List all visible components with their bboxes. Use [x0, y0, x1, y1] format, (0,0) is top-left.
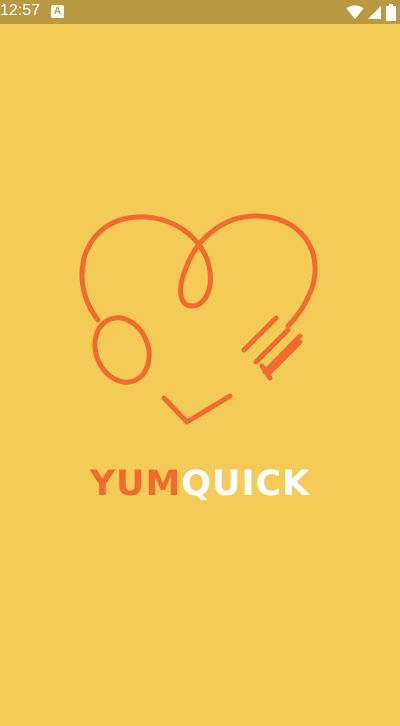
- brand-wordmark-quick: QUICK: [181, 464, 311, 504]
- status-time: 12:57: [0, 2, 41, 19]
- notification-badge: A: [51, 5, 64, 18]
- status-bar: 12:57 A: [0, 0, 400, 24]
- wifi-icon: [346, 5, 364, 19]
- brand-wordmark-yum: YUM: [89, 464, 182, 504]
- app-logo: [60, 200, 340, 440]
- heart-fork-spoon-smile-icon: [79, 213, 318, 425]
- status-icons: [346, 3, 396, 21]
- brand-wordmark: YUMQUICK: [0, 462, 400, 506]
- signal-icon: [368, 6, 381, 19]
- battery-icon: [386, 3, 396, 21]
